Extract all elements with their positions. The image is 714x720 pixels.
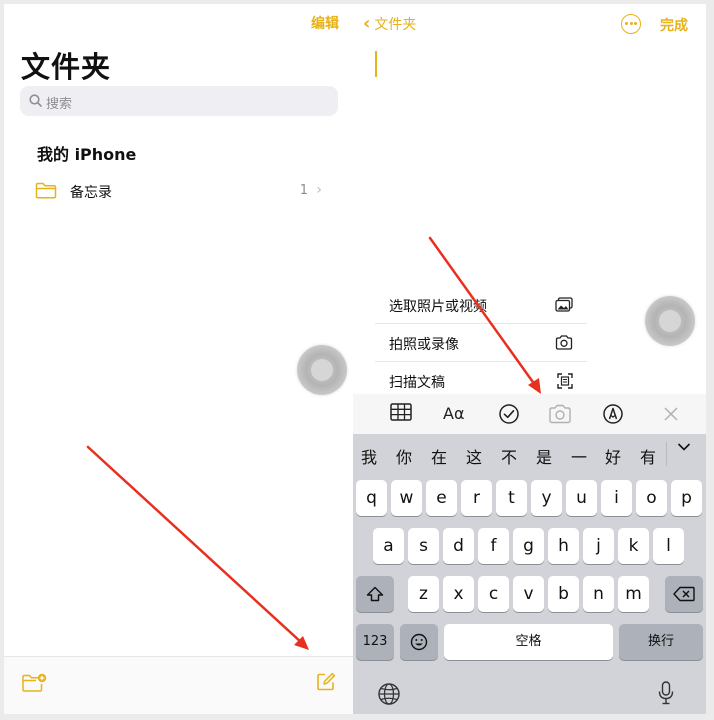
annotation-overlay xyxy=(86,236,541,650)
annotation-arrow xyxy=(428,236,541,394)
annotation-arrow xyxy=(86,445,309,650)
screenshot-canvas: 编辑 文件夹 搜索 我的 iPhone 备忘录 1 › ‹ 文件夹 完成 选取照… xyxy=(0,0,714,720)
